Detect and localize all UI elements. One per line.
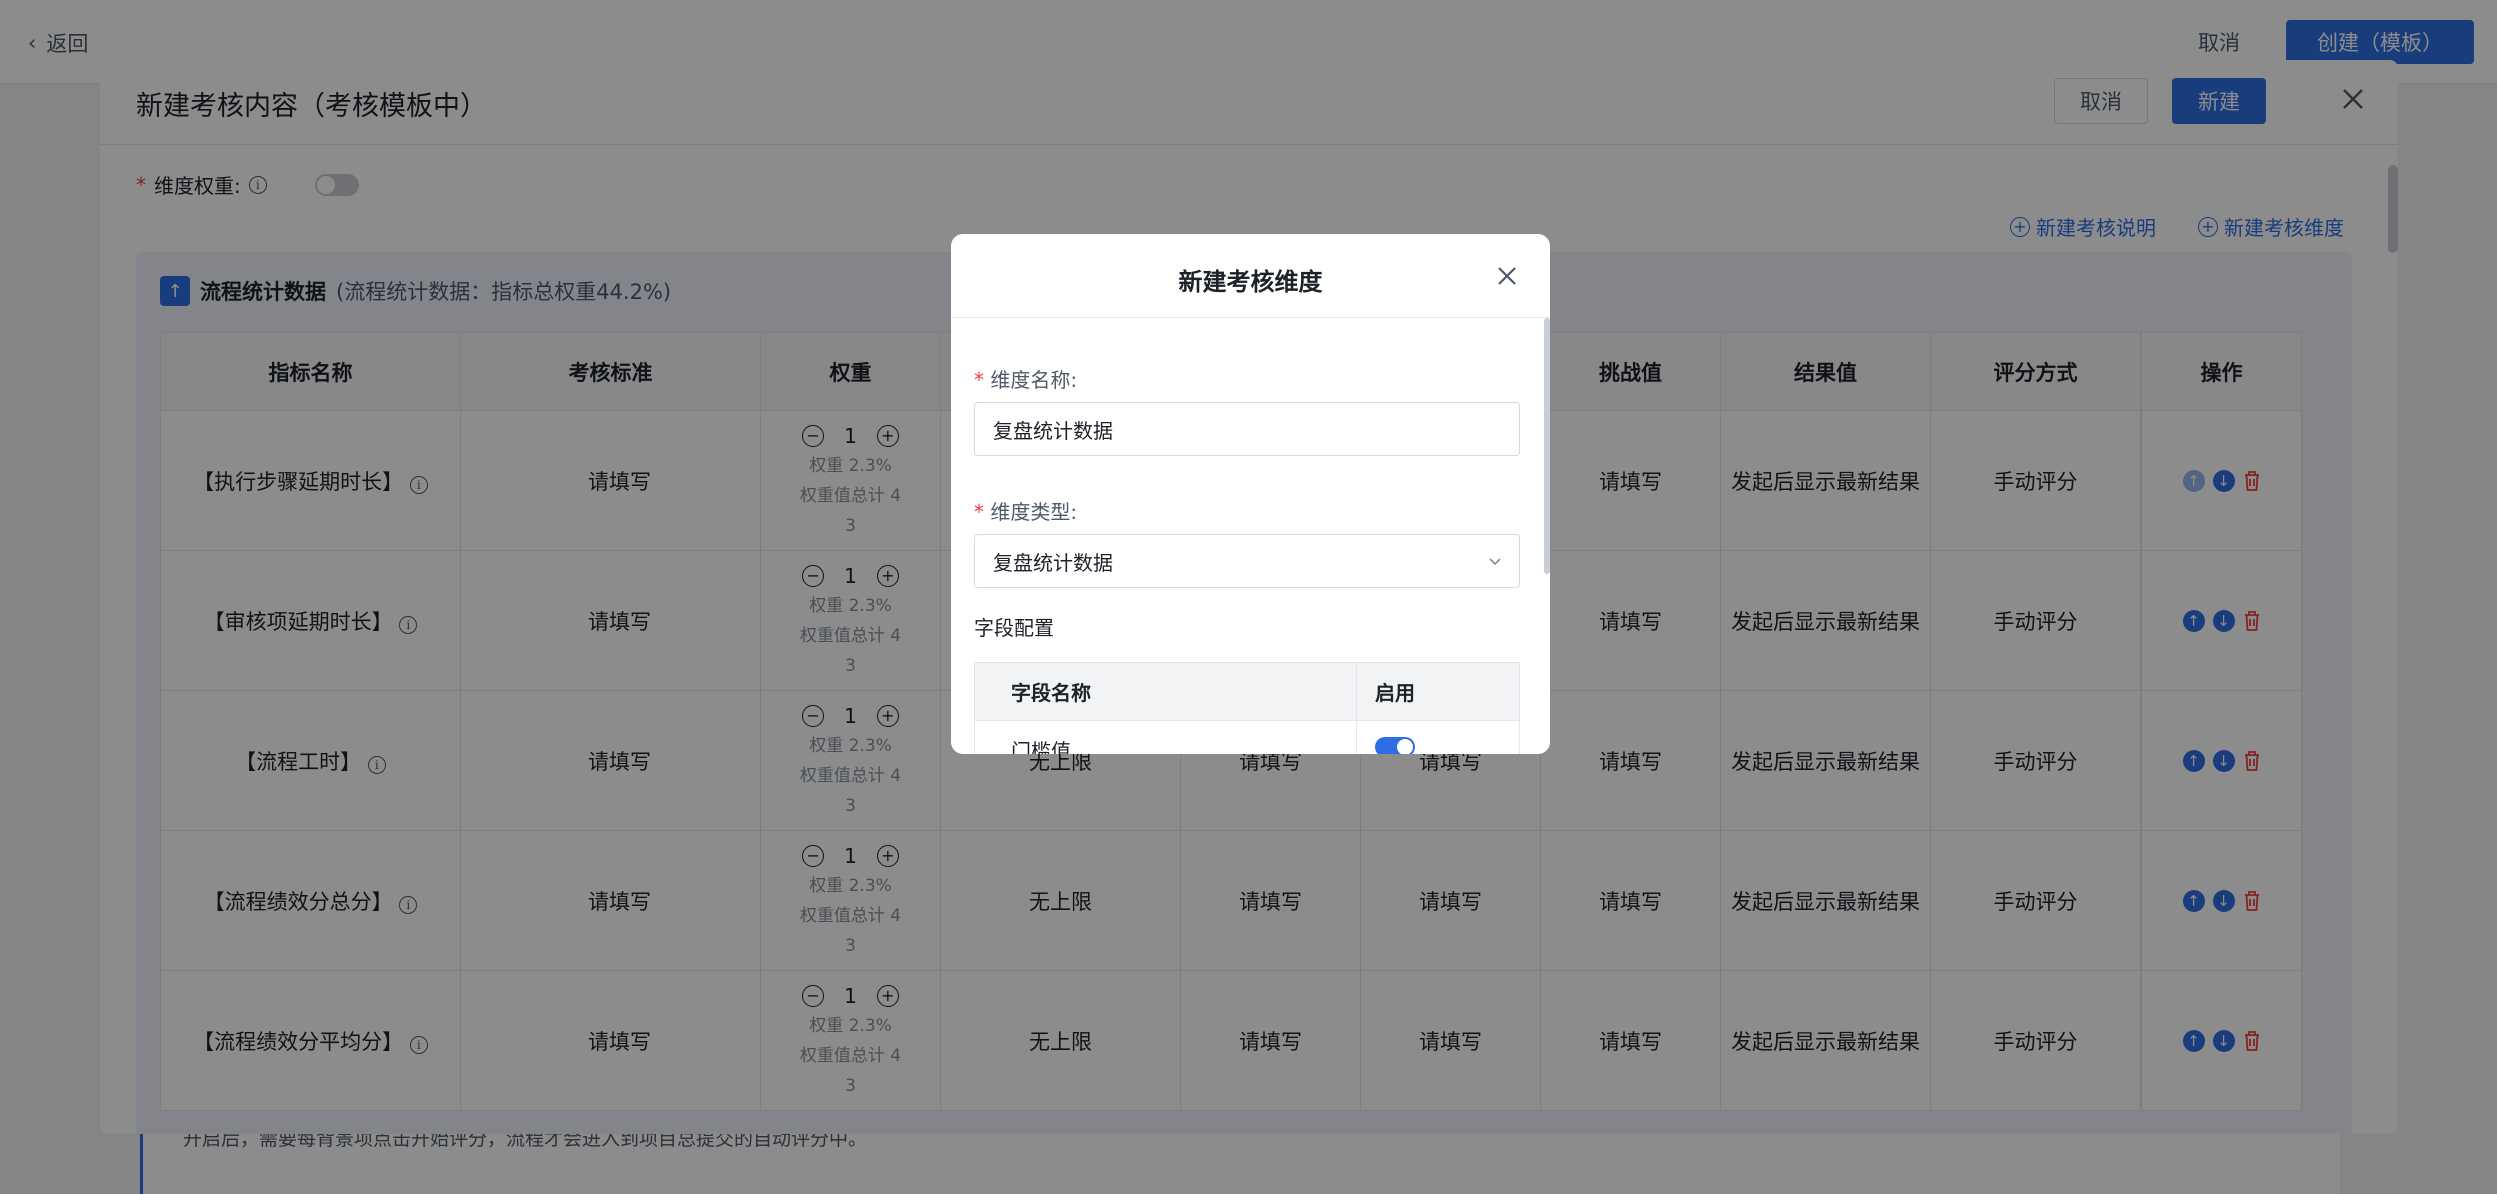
modal-title: 新建考核维度 <box>1178 268 1323 296</box>
chevron-down-icon <box>1489 558 1501 566</box>
dimension-name-label-row: * 维度名称: <box>974 364 1077 393</box>
field-enabled-toggle[interactable] <box>1375 737 1415 754</box>
dimension-type-label: 维度类型: <box>990 500 1078 524</box>
new-dimension-modal: 新建考核维度 * 维度名称: 复盘统计数据 * 维度类型: 复盘统计数据 字段配… <box>951 234 1550 754</box>
modal-scrollbar[interactable] <box>1544 318 1550 574</box>
required-mark: * <box>974 500 984 524</box>
required-mark: * <box>974 368 984 392</box>
field-name-cell: 门槛值 <box>974 720 1357 754</box>
dimension-name-label: 维度名称: <box>990 368 1078 392</box>
dimension-type-value: 复盘统计数据 <box>993 550 1113 575</box>
modal-header: 新建考核维度 <box>951 234 1550 318</box>
close-icon[interactable] <box>1495 264 1519 288</box>
col-field-name: 字段名称 <box>974 662 1357 721</box>
field-config-label: 字段配置 <box>974 616 1054 640</box>
dimension-type-label-row: * 维度类型: <box>974 496 1077 525</box>
field-enabled-cell <box>1356 720 1520 754</box>
table-row: 门槛值 <box>974 720 1520 754</box>
dimension-type-select[interactable]: 复盘统计数据 <box>974 534 1520 588</box>
dimension-name-input[interactable]: 复盘统计数据 <box>974 402 1520 456</box>
field-config-table: 字段名称 启用 门槛值 <box>974 662 1520 754</box>
field-table-header: 字段名称 启用 <box>974 662 1520 721</box>
col-enabled: 启用 <box>1356 662 1520 721</box>
